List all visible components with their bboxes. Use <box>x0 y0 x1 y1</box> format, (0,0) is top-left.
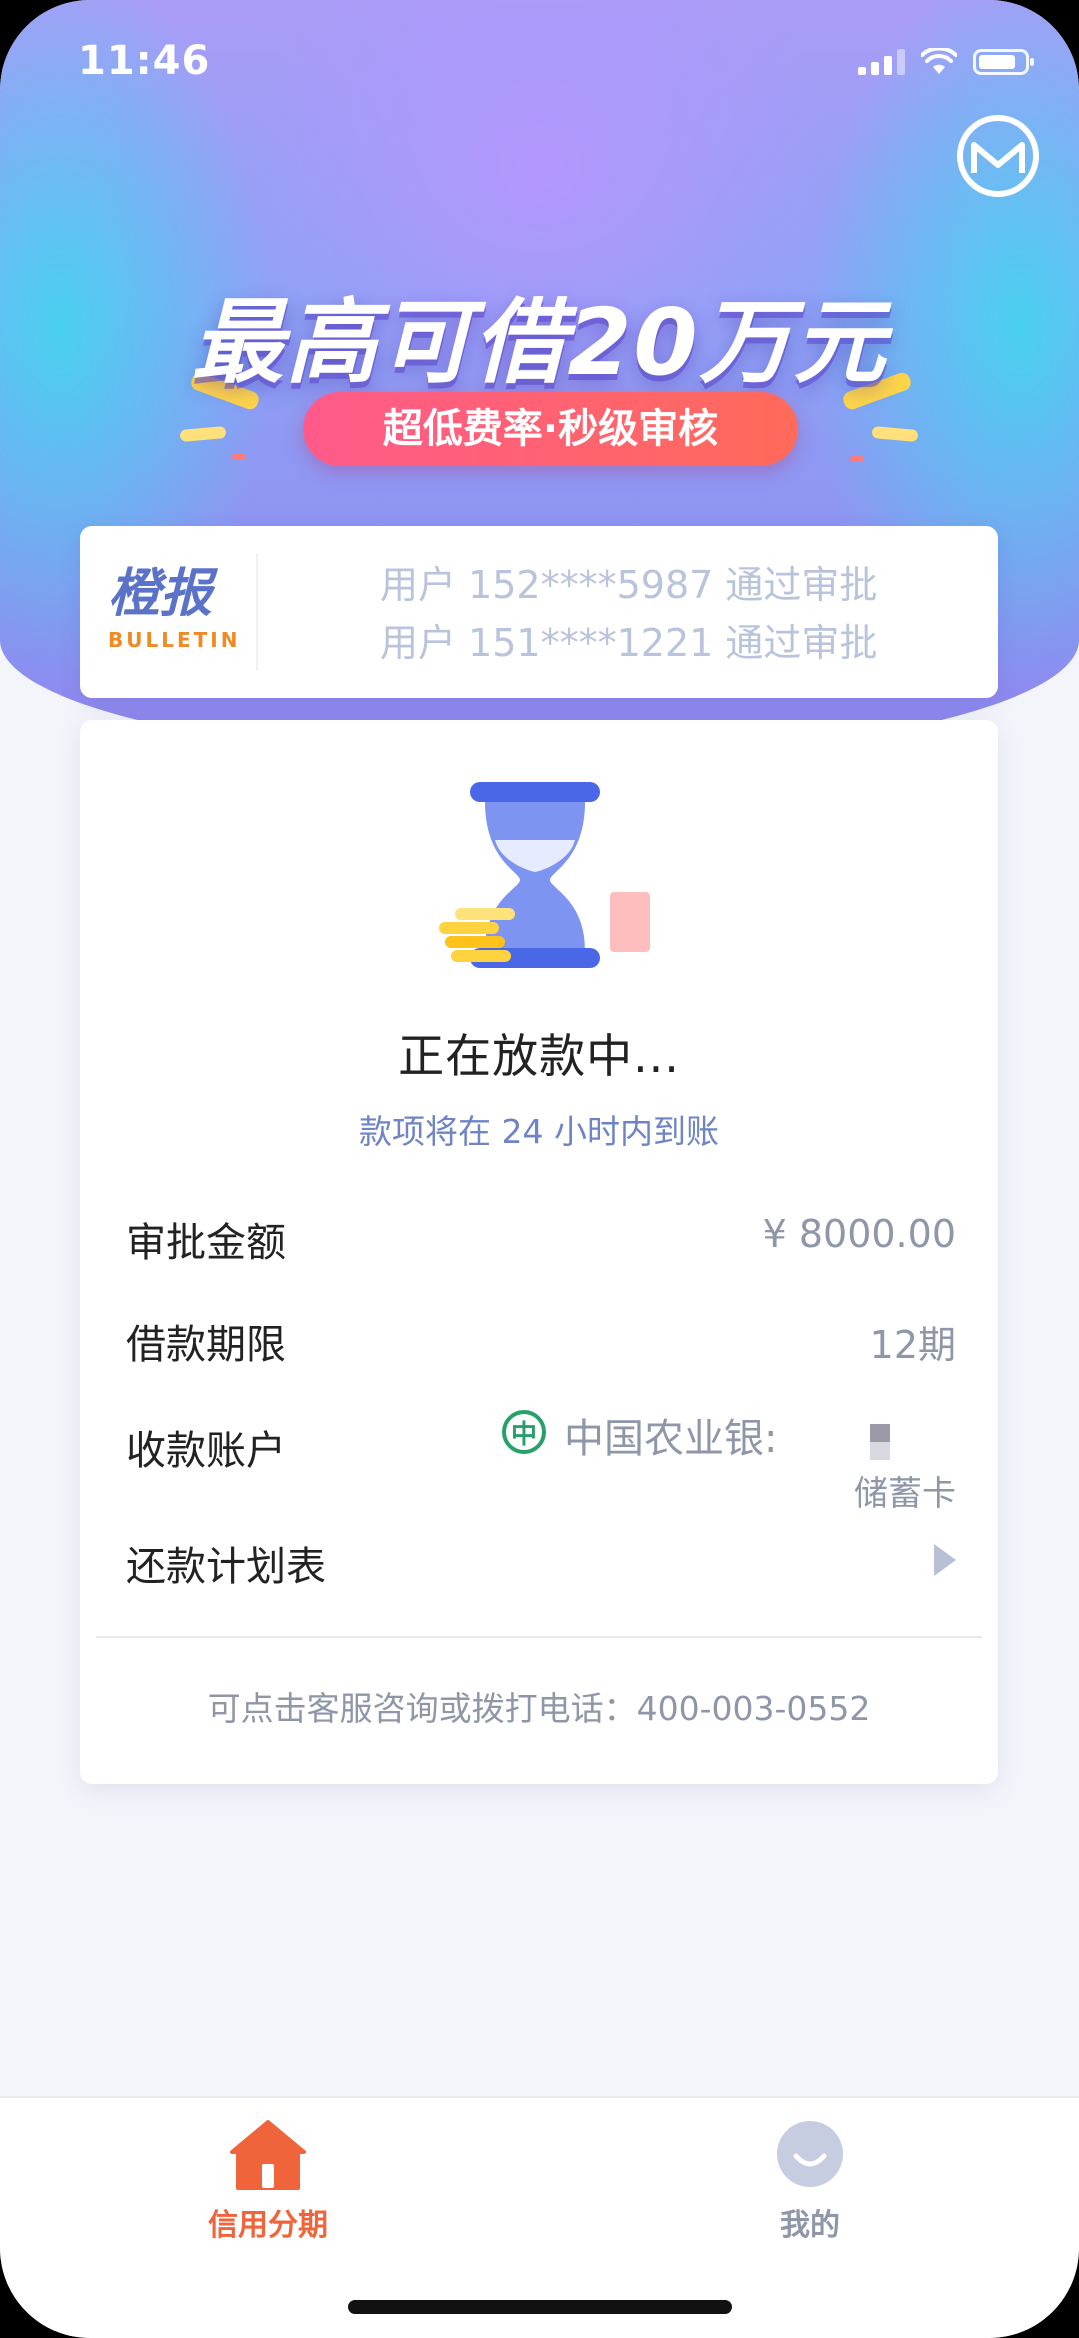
phone-screen: 最高可借20万元 超低费率·秒级审核 11:46 橙报 BULLETIN 用户 … <box>0 0 1079 2338</box>
repayment-schedule-row[interactable]: 还款计划表 <box>126 1534 956 1594</box>
abc-bank-logo-icon: 中 <box>502 1410 546 1454</box>
row-amount: 审批金额 ¥ 8000.00 <box>126 1210 956 1270</box>
amount-label: 审批金额 <box>126 1220 286 1266</box>
amount-value: ¥ 8000.00 <box>762 1212 956 1256</box>
bank-name: 中国农业银: <box>564 1416 778 1462</box>
confetti-right-3 <box>850 456 864 462</box>
bulletin-logo: 橙报 BULLETIN <box>108 566 248 652</box>
tab-mine[interactable]: 我的 <box>660 2118 960 2244</box>
bulletin-card: 橙报 BULLETIN 用户 152****5987 通过审批 用户 151**… <box>80 526 998 698</box>
row-term: 借款期限 12期 <box>126 1312 956 1372</box>
bulletin-line: 用户 152****5987 通过审批 <box>380 563 878 607</box>
hero-pill: 超低费率·秒级审核 <box>303 392 798 466</box>
masked-card-number <box>870 1424 890 1460</box>
confetti-left-2 <box>179 426 227 442</box>
term-value: 12期 <box>869 1323 956 1367</box>
home-indicator[interactable] <box>348 2300 732 2314</box>
message-button[interactable] <box>957 115 1039 197</box>
account-label: 收款账户 <box>126 1428 286 1474</box>
home-icon <box>230 2120 306 2190</box>
bulletin-logo-cn: 橙报 <box>108 564 213 624</box>
contact-service-link[interactable]: 可点击客服咨询或拨打电话：400-003-0552 <box>80 1682 998 1730</box>
schedule-label: 还款计划表 <box>126 1544 326 1590</box>
bulletin-logo-en: BULLETIN <box>108 628 241 652</box>
profile-icon <box>777 2121 843 2187</box>
loan-status-card: 正在放款中... 款项将在 24 小时内到账 审批金额 ¥ 8000.00 借款… <box>80 720 998 1784</box>
chevron-right-icon <box>934 1544 956 1576</box>
bulletin-line: 用户 151****1221 通过审批 <box>380 621 878 665</box>
status-icons <box>858 48 1034 76</box>
tab-label: 我的 <box>780 2208 840 2243</box>
confetti-left-3 <box>232 454 246 460</box>
bulletin-ticker: 用户 152****5987 通过审批 用户 151****1221 通过审批 <box>380 556 877 672</box>
divider <box>96 1636 982 1638</box>
status-time: 11:46 <box>78 38 211 84</box>
row-account: 收款账户 中 中国农业银: 储蓄卡 <box>126 1410 956 1520</box>
status-title: 正在放款中... <box>398 1029 680 1083</box>
wifi-icon <box>921 48 957 74</box>
hourglass-icon <box>439 782 650 968</box>
tab-credit-installment[interactable]: 信用分期 <box>118 2118 418 2244</box>
bulletin-divider <box>256 554 258 670</box>
card-type: 储蓄卡 <box>854 1474 956 1514</box>
tab-label: 信用分期 <box>208 2208 328 2243</box>
term-label: 借款期限 <box>126 1322 286 1368</box>
status-subtitle: 款项将在 24 小时内到账 <box>359 1112 719 1151</box>
confetti-right-2 <box>871 426 919 442</box>
signal-icon <box>858 49 905 75</box>
status-bar: 11:46 <box>0 0 1079 130</box>
hero-headline: 最高可借20万元 <box>191 289 888 396</box>
mail-icon <box>971 142 1025 173</box>
battery-icon <box>973 49 1034 75</box>
